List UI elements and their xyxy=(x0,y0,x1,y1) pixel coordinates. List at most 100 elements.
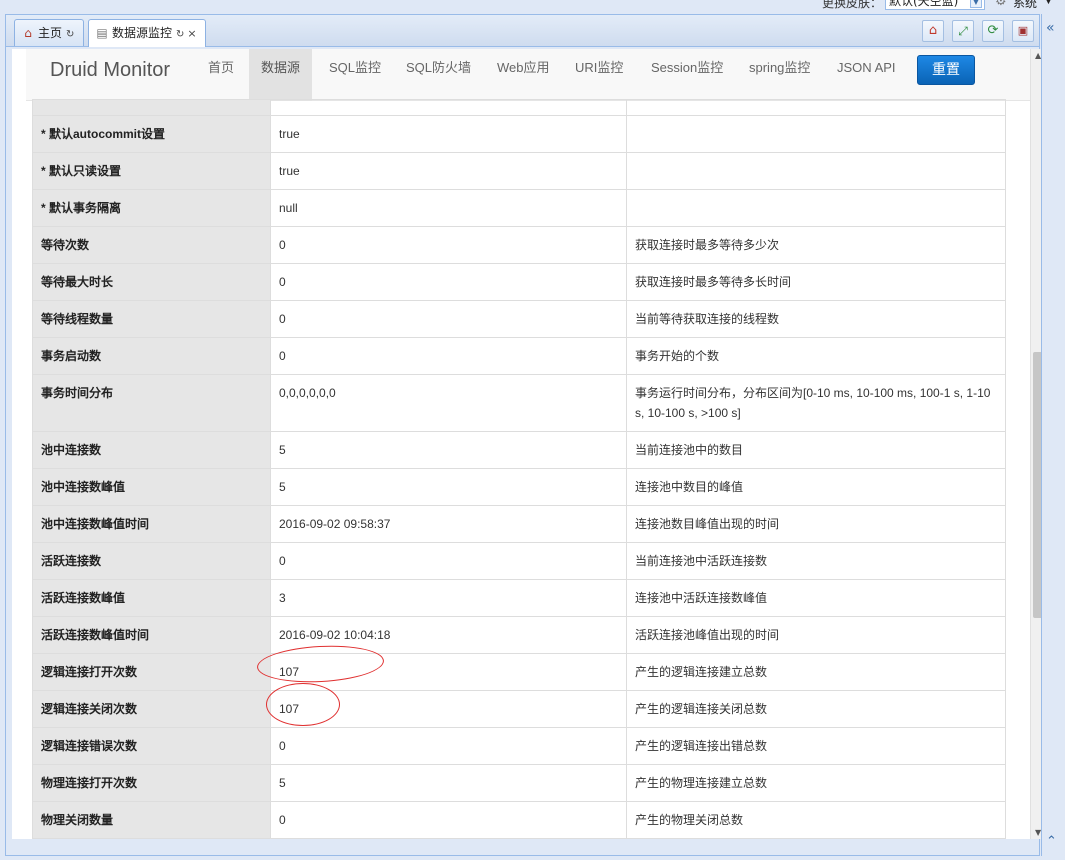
nav-item-json-api[interactable]: JSON API xyxy=(825,49,908,101)
row-value: 3 xyxy=(270,579,627,617)
nav-item-session-monitor[interactable]: Session监控 xyxy=(639,49,735,101)
gear-icon[interactable]: ⚙ xyxy=(995,0,1007,9)
nav-item-uri-monitor[interactable]: URI监控 xyxy=(563,49,635,101)
nav-item-datasource[interactable]: 数据源 xyxy=(249,49,313,101)
row-desc: 获取连接时最多等待多少次 xyxy=(626,226,1006,264)
tab-datasource-monitor[interactable]: ▤ 数据源监控 ↻ × xyxy=(88,19,206,47)
row-value: true xyxy=(270,115,627,153)
row-value xyxy=(270,99,627,116)
nav-item-sql-monitor[interactable]: SQL监控 xyxy=(317,49,393,101)
reset-button[interactable]: 重置 xyxy=(917,55,975,85)
table-row: 活跃连接数 0 当前连接池中活跃连接数 xyxy=(32,542,1006,580)
table-row: 逻辑连接错误次数 0 产生的逻辑连接出错总数 xyxy=(32,727,1006,765)
home-icon: ⌂ xyxy=(24,26,32,40)
row-value: true xyxy=(270,152,627,190)
row-value: 5 xyxy=(270,764,627,802)
row-key xyxy=(32,99,271,116)
row-desc xyxy=(626,115,1006,153)
row-key: 池中连接数峰值 xyxy=(32,468,271,506)
main-window: ⌂ 主页 ↻ ▤ 数据源监控 ↻ × ⌂ ⤢ ⟳ ▣ Druid Monitor 首页 数… xyxy=(5,14,1042,856)
skin-select[interactable]: 默认(天空蓝) ▼ xyxy=(885,0,985,10)
annotation-ellipse xyxy=(266,683,340,726)
table-row: 池中连接数 5 当前连接池中的数目 xyxy=(32,431,1006,469)
expand-panel-icon[interactable]: « xyxy=(1046,20,1055,36)
system-menu-label[interactable]: 系统 xyxy=(1013,0,1037,11)
table-row: 逻辑连接打开次数 107 产生的逻辑连接建立总数 xyxy=(32,653,1006,691)
refresh-icon[interactable]: ↻ xyxy=(66,29,74,40)
skin-select-value: 默认(天空蓝) xyxy=(889,0,959,8)
row-value: 0 xyxy=(270,542,627,580)
bottom-toggle: ⌃ xyxy=(1041,830,1065,856)
table-row: * 默认事务隔离 null xyxy=(32,189,1006,227)
row-desc xyxy=(626,189,1006,227)
table-row: 池中连接数峰值时间 2016-09-02 09:58:37 连接池数目峰值出现的… xyxy=(32,505,1006,543)
row-key: 等待次数 xyxy=(32,226,271,264)
refresh-button[interactable]: ⟳ xyxy=(982,20,1004,42)
row-key: 物理连接打开次数 xyxy=(32,764,271,802)
row-key: 逻辑连接关闭次数 xyxy=(32,690,271,728)
row-key: * 默认只读设置 xyxy=(32,152,271,190)
content-frame: Druid Monitor 首页 数据源 SQL监控 SQL防火墙 Web应用 … xyxy=(12,49,1042,839)
row-desc: 活跃连接池峰值出现的时间 xyxy=(626,616,1006,654)
refresh-icon: ⟳ xyxy=(987,23,999,38)
tab-strip: ⌂ 主页 ↻ ▤ 数据源监控 ↻ × ⌂ ⤢ ⟳ ▣ xyxy=(6,15,1039,47)
window-menu-button[interactable]: ▣ xyxy=(1012,20,1034,42)
row-key: 池中连接数 xyxy=(32,431,271,469)
row-key: 等待最大时长 xyxy=(32,263,271,301)
nav-item-sql-firewall[interactable]: SQL防火墙 xyxy=(394,49,483,101)
nav-item-home[interactable]: 首页 xyxy=(196,49,246,101)
table-row: 事务启动数 0 事务开始的个数 xyxy=(32,337,1006,375)
row-value: 0,0,0,0,0,0 xyxy=(270,374,627,432)
row-desc: 事务开始的个数 xyxy=(626,337,1006,375)
row-value: 0 xyxy=(270,801,627,839)
datasource-table-wrap: * 默认autocommit设置 true * 默认只读设置 true * 默认… xyxy=(32,99,1006,839)
chevron-down-icon[interactable]: ▼ xyxy=(970,0,982,8)
row-value: 0 xyxy=(270,263,627,301)
tab-home[interactable]: ⌂ 主页 ↻ xyxy=(14,19,84,46)
row-value: 0 xyxy=(270,226,627,264)
row-value: 5 xyxy=(270,468,627,506)
skin-label: 更换皮肤： xyxy=(822,0,883,10)
row-desc: 产生的物理连接建立总数 xyxy=(626,764,1006,802)
row-value: 5 xyxy=(270,431,627,469)
row-desc: 产生的逻辑连接关闭总数 xyxy=(626,690,1006,728)
row-key: 池中连接数峰值时间 xyxy=(32,505,271,543)
table-row: 池中连接数峰值 5 连接池中数目的峰值 xyxy=(32,468,1006,506)
row-key: 活跃连接数峰值时间 xyxy=(32,616,271,654)
row-desc xyxy=(626,99,1006,116)
row-value: 0 xyxy=(270,727,627,765)
row-desc xyxy=(626,152,1006,190)
window-icon: ▣ xyxy=(1017,24,1029,37)
row-key: 逻辑连接错误次数 xyxy=(32,727,271,765)
table-row: 物理关闭数量 0 产生的物理关闭总数 xyxy=(32,801,1006,839)
table-row: 等待线程数量 0 当前等待获取连接的线程数 xyxy=(32,300,1006,338)
fullscreen-icon: ⤢ xyxy=(958,24,968,38)
row-desc: 连接池数目峰值出现的时间 xyxy=(626,505,1006,543)
row-value: 0 xyxy=(270,337,627,375)
row-key: 事务时间分布 xyxy=(32,374,271,432)
row-key: * 默认autocommit设置 xyxy=(32,115,271,153)
system-menu-chevron-icon[interactable]: ▼ xyxy=(1045,0,1052,6)
close-icon[interactable]: × xyxy=(187,27,196,40)
row-desc: 产生的逻辑连接出错总数 xyxy=(626,727,1006,765)
row-desc: 当前连接池中活跃连接数 xyxy=(626,542,1006,580)
home-button[interactable]: ⌂ xyxy=(922,20,944,42)
collapsed-side-panel: « xyxy=(1041,14,1065,856)
brand-title[interactable]: Druid Monitor xyxy=(50,59,170,82)
table-row: 物理连接打开次数 5 产生的物理连接建立总数 xyxy=(32,764,1006,802)
fullscreen-button[interactable]: ⤢ xyxy=(952,20,974,42)
row-value: null xyxy=(270,189,627,227)
chevron-up-icon[interactable]: ⌃ xyxy=(1046,834,1057,849)
refresh-icon[interactable]: ↻ xyxy=(176,29,184,40)
row-key: 物理关闭数量 xyxy=(32,801,271,839)
row-desc: 当前等待获取连接的线程数 xyxy=(626,300,1006,338)
home-icon: ⌂ xyxy=(928,23,938,38)
row-desc: 获取连接时最多等待多长时间 xyxy=(626,263,1006,301)
row-key: 活跃连接数 xyxy=(32,542,271,580)
row-key: 活跃连接数峰值 xyxy=(32,579,271,617)
table-row: 事务时间分布 0,0,0,0,0,0 事务运行时间分布，分布区间为[0-10 m… xyxy=(32,374,1006,432)
nav-item-spring-monitor[interactable]: spring监控 xyxy=(737,49,822,101)
row-key: 逻辑连接打开次数 xyxy=(32,653,271,691)
table-row: 活跃连接数峰值时间 2016-09-02 10:04:18 活跃连接池峰值出现的… xyxy=(32,616,1006,654)
nav-item-web-app[interactable]: Web应用 xyxy=(485,49,562,101)
